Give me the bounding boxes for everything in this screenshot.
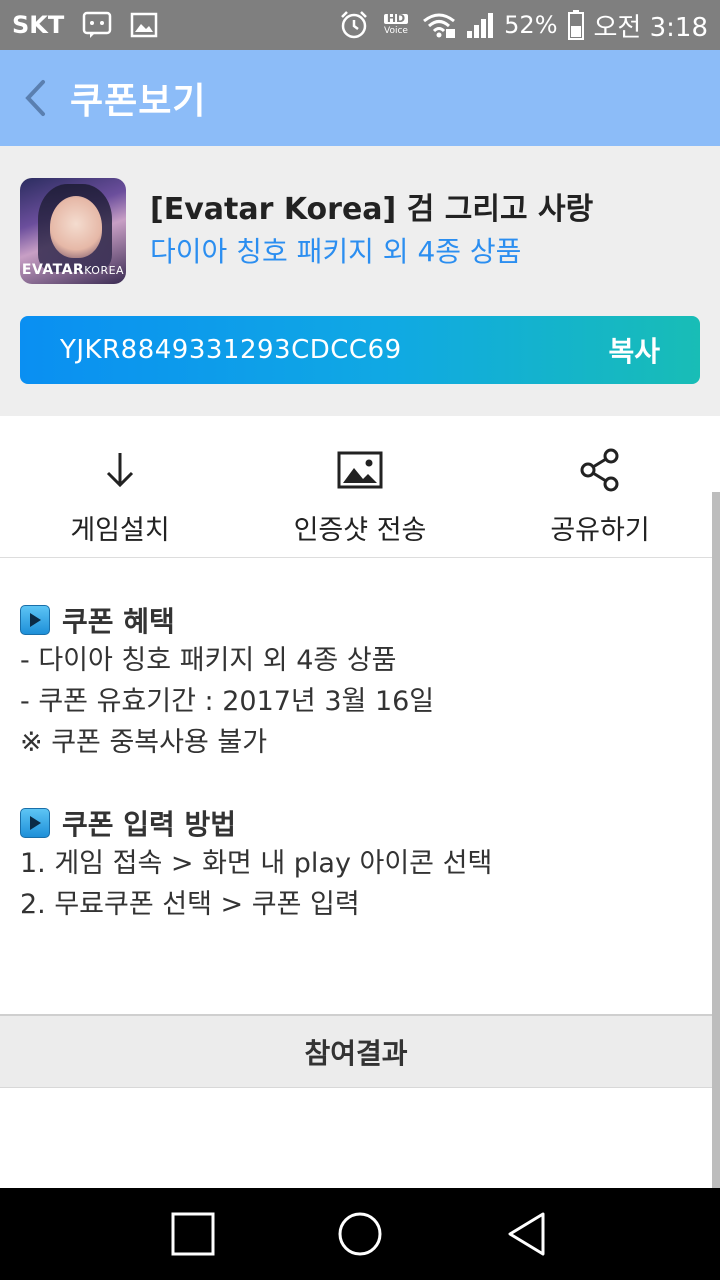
coupon-code: YJKR8849331293CDCC69: [60, 335, 402, 365]
howto-line: 2. 무료쿠폰 선택 > 쿠폰 입력: [20, 889, 360, 920]
status-bar: SKT HD Voice 52% 오전 3:18: [0, 0, 720, 50]
wifi-icon: [422, 11, 456, 39]
image-icon: [336, 446, 384, 494]
chevron-left-icon: [25, 80, 45, 116]
page-title: 쿠폰보기: [70, 81, 207, 122]
alarm-icon: [338, 9, 370, 41]
triangle-back-icon: [508, 1212, 545, 1256]
home-button[interactable]: [330, 1204, 390, 1264]
thumbnail-logo-text: EVATARKOREA: [21, 262, 125, 278]
benefit-line: - 다이아 칭호 패키지 외 4종 상품: [20, 645, 397, 676]
play-icon: [20, 808, 50, 838]
howto-line: 1. 게임 접속 > 화면 내 play 아이콘 선택: [20, 848, 493, 879]
game-title: [Evatar Korea] 검 그리고 사랑: [150, 192, 594, 227]
coupon-card: EVATARKOREA [Evatar Korea] 검 그리고 사랑 다이아 …: [0, 146, 720, 416]
copy-button[interactable]: 복사: [608, 330, 660, 370]
hd-voice-icon: HD Voice: [383, 12, 409, 36]
play-icon: [20, 605, 50, 635]
square-icon: [171, 1212, 215, 1256]
share-button[interactable]: 공유하기: [480, 416, 720, 557]
circle-icon: [338, 1212, 382, 1256]
install-game-button[interactable]: 게임설치: [0, 416, 240, 557]
back-button[interactable]: [18, 73, 52, 123]
benefit-line: - 쿠폰 유효기간 : 2017년 3월 16일: [20, 686, 435, 717]
benefit-line: ※ 쿠폰 중복사용 불가: [20, 727, 268, 758]
message-notification-icon: [82, 11, 112, 39]
back-nav-button[interactable]: [497, 1204, 557, 1264]
game-info: EVATARKOREA [Evatar Korea] 검 그리고 사랑 다이아 …: [20, 178, 593, 284]
battery-icon: [567, 10, 584, 40]
app-header: 쿠폰보기: [0, 50, 720, 146]
action-row: 게임설치 인증샷 전송 공유하기: [0, 416, 720, 558]
scrollbar[interactable]: [712, 492, 720, 1188]
howto-heading: 쿠폰 입력 방법: [20, 803, 692, 843]
clock-time: 오전 3:18: [593, 12, 709, 43]
benefits-heading: 쿠폰 혜택: [20, 600, 692, 640]
signal-icon: [466, 11, 494, 39]
carrier-label: SKT: [12, 11, 65, 39]
navigation-bar: [0, 1188, 720, 1280]
participation-result-button[interactable]: 참여결과: [0, 1014, 712, 1088]
coupon-code-bar: YJKR8849331293CDCC69 복사: [20, 316, 700, 384]
gallery-notification-icon: [130, 12, 158, 38]
send-screenshot-button[interactable]: 인증샷 전송: [240, 416, 480, 557]
battery-percent: 52%: [504, 11, 558, 39]
download-icon: [96, 446, 144, 494]
coupon-details: 쿠폰 혜택 - 다이아 칭호 패키지 외 4종 상품 - 쿠폰 유효기간 : 2…: [0, 558, 712, 1014]
share-icon: [576, 446, 624, 494]
game-thumbnail: EVATARKOREA: [20, 178, 126, 284]
recent-apps-button[interactable]: [163, 1204, 223, 1264]
coupon-product-name: 다이아 칭호 패키지 외 4종 상품: [150, 235, 522, 268]
